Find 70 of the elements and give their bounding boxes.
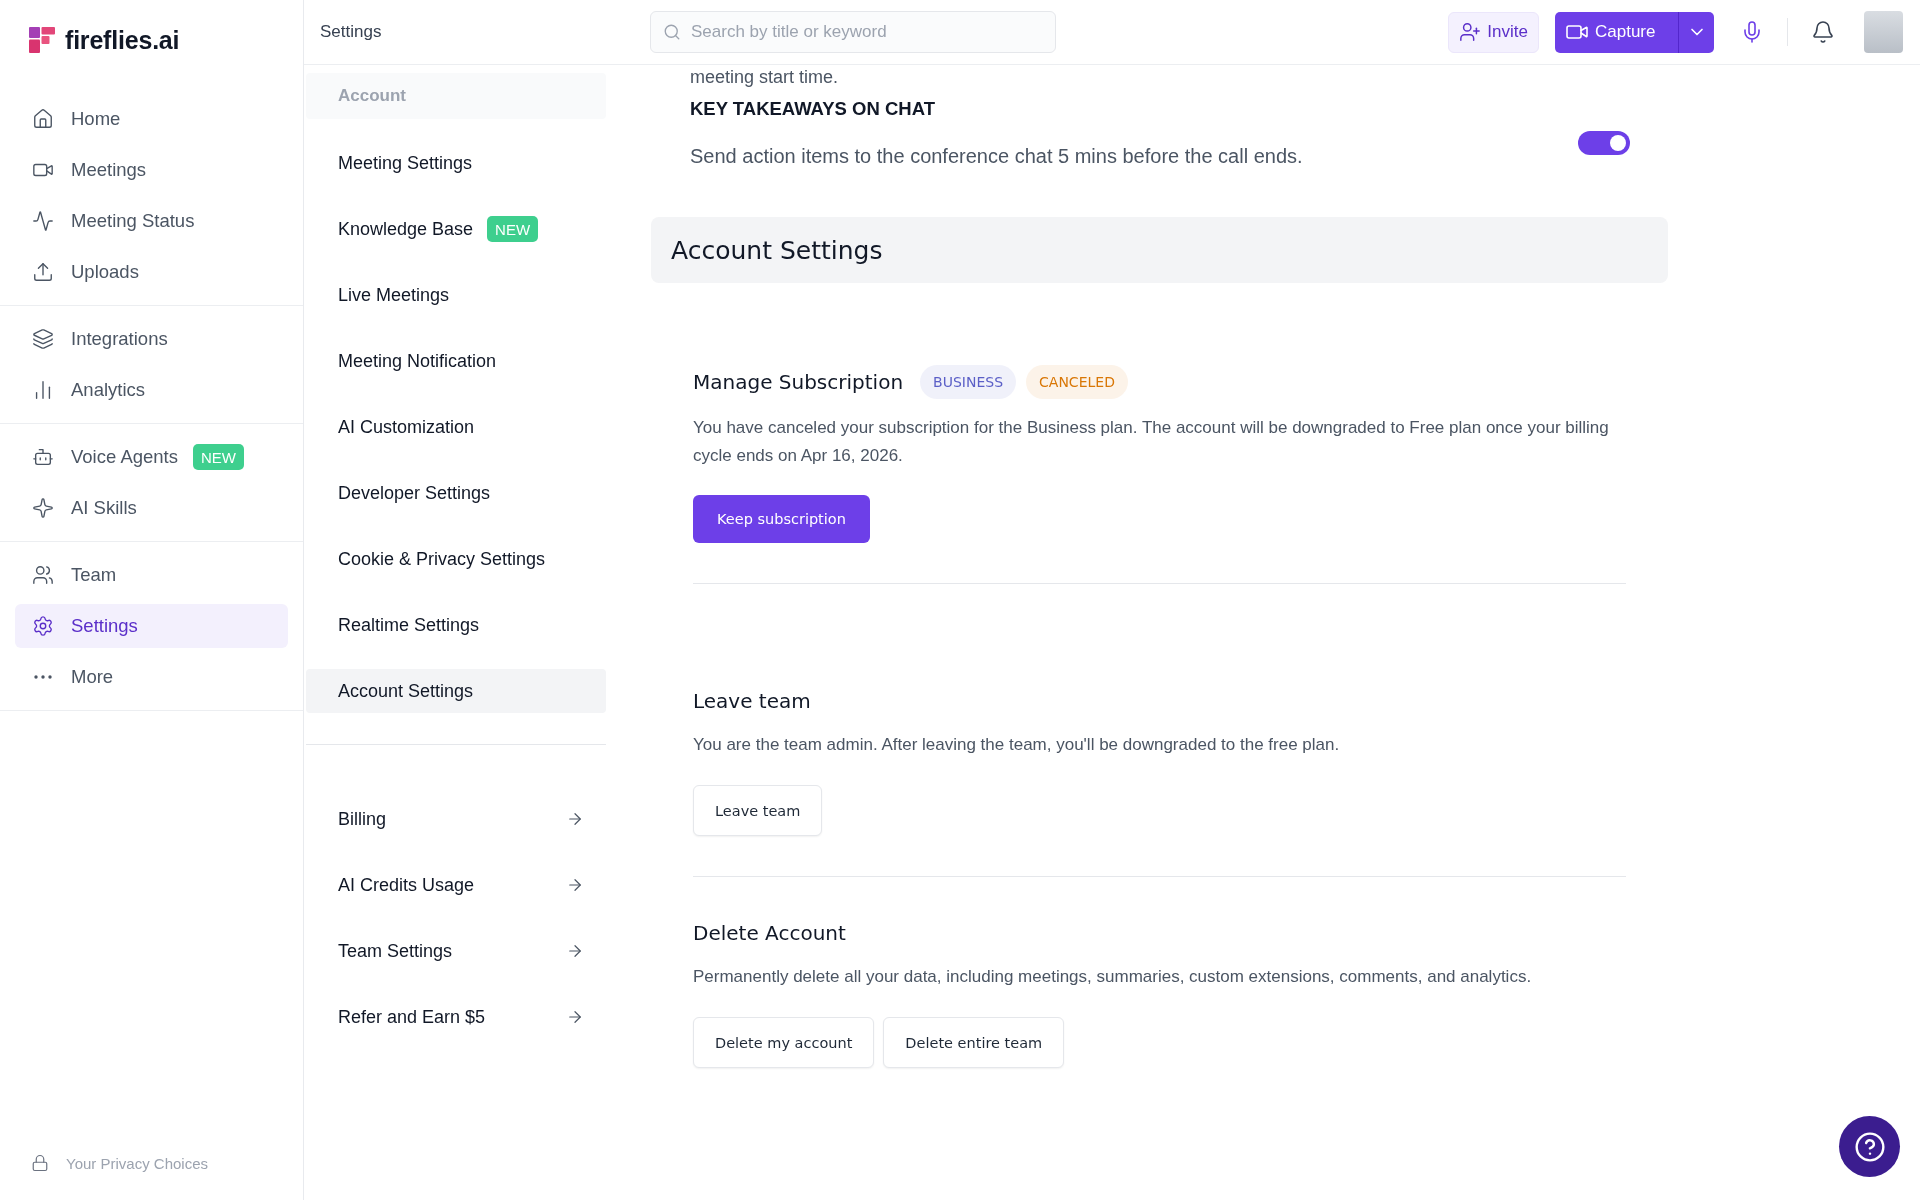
sidebar-item[interactable]: Uploads bbox=[15, 250, 288, 294]
settings-nav-item[interactable]: Live Meetings bbox=[306, 273, 606, 317]
settings-nav-link[interactable]: Refer and Earn $5 bbox=[306, 995, 606, 1039]
new-badge: NEW bbox=[487, 216, 539, 242]
setting-description: Send action items to the conference chat 5 mins before the call ends. bbox=[690, 144, 1303, 169]
settings-nav-item[interactable]: Realtime Settings bbox=[306, 603, 606, 647]
section-title: Manage Subscription bbox=[693, 369, 904, 395]
leave-team-button[interactable]: Leave team bbox=[693, 785, 823, 836]
nav-section-heading: Account bbox=[306, 73, 606, 119]
search-field[interactable]: Search by title or keyword bbox=[650, 11, 1056, 53]
section-text: You have canceled your subscription for the Business plan. The account will be downgraded to Free plan once your billing cycle ends on Apr 16, 2026. bbox=[693, 417, 1610, 467]
settings-nav-item[interactable]: Developer Settings bbox=[306, 471, 606, 515]
setting-title: KEY TAKEAWAYS ON CHAT bbox=[690, 97, 935, 121]
sidebar-item[interactable]: Team bbox=[15, 553, 288, 597]
sidebar-item[interactable]: Home bbox=[15, 97, 288, 141]
bell-icon bbox=[1811, 20, 1835, 44]
arrow-right-icon bbox=[566, 876, 584, 894]
sidebar-item[interactable]: Meetings bbox=[15, 148, 288, 192]
keep-subscription-button[interactable]: Keep subscription bbox=[693, 495, 870, 543]
settings-nav-link[interactable]: Billing bbox=[306, 797, 606, 841]
home-icon bbox=[32, 108, 54, 130]
sidebar-item[interactable]: More bbox=[15, 655, 288, 699]
settings-icon bbox=[32, 615, 54, 637]
section-title: Delete Account bbox=[693, 920, 846, 946]
sidebar-item[interactable]: Meeting Status bbox=[15, 199, 288, 243]
delete-button[interactable]: Delete entire team bbox=[883, 1017, 1065, 1068]
capture-menu-button[interactable] bbox=[1678, 11, 1714, 53]
sidebar-item[interactable]: Voice Agents NEW bbox=[15, 435, 288, 479]
arrow-right-icon bbox=[566, 942, 584, 960]
logo-text: fireflies.ai bbox=[65, 25, 180, 55]
upload-icon bbox=[32, 261, 54, 283]
settings-nav-item[interactable]: Account Settings bbox=[306, 669, 606, 713]
sidebar-item[interactable]: Integrations bbox=[15, 317, 288, 361]
settings-nav-link[interactable]: Team Settings bbox=[306, 929, 606, 973]
plan-badge: BUSINESS bbox=[920, 365, 1017, 399]
sidebar-item[interactable]: Settings bbox=[15, 604, 288, 648]
section-text: Permanently delete all your data, including meetings, summaries, custom extensions, comments, and analytics. bbox=[693, 966, 1532, 988]
robot-icon bbox=[32, 446, 54, 468]
sparkle-icon bbox=[32, 497, 54, 519]
toggle-switch[interactable] bbox=[1578, 131, 1630, 155]
help-button[interactable] bbox=[1839, 1116, 1900, 1177]
sidebar-item[interactable]: AI Skills bbox=[15, 486, 288, 530]
section-header: Account Settings bbox=[651, 217, 1668, 283]
users-icon bbox=[32, 564, 54, 586]
settings-nav-item[interactable]: Meeting Notification bbox=[306, 339, 606, 383]
setting-description: meeting start time. bbox=[690, 67, 839, 87]
help-icon bbox=[1853, 1130, 1886, 1163]
settings-nav-item[interactable]: Cookie & Privacy Settings bbox=[306, 537, 606, 581]
more-icon bbox=[34, 675, 52, 679]
new-badge: NEW bbox=[193, 444, 244, 470]
section-title: Leave team bbox=[693, 688, 811, 714]
logo-icon bbox=[29, 27, 55, 53]
capture-button[interactable]: Capture bbox=[1555, 11, 1678, 53]
layers-icon bbox=[32, 328, 54, 350]
page-title: Settings bbox=[320, 22, 382, 41]
delete-button[interactable]: Delete my account bbox=[693, 1017, 875, 1068]
search-icon bbox=[663, 23, 681, 41]
section-text: You are the team admin. After leaving the team, you'll be downgraded to the free plan. bbox=[693, 734, 1340, 756]
settings-nav-link[interactable]: AI Credits Usage bbox=[306, 863, 606, 907]
invite-button[interactable]: Invite bbox=[1448, 11, 1539, 53]
arrow-right-icon bbox=[566, 810, 584, 828]
settings-nav-item[interactable]: Meeting Settings bbox=[306, 141, 606, 185]
sidebar-item[interactable]: Analytics bbox=[15, 368, 288, 412]
lock-icon bbox=[31, 1154, 49, 1172]
pulse-icon bbox=[32, 210, 54, 232]
plan-badge: CANCELED bbox=[1026, 365, 1128, 399]
settings-nav-item[interactable]: Knowledge Base NEW bbox=[306, 207, 606, 251]
settings-nav-item[interactable]: AI Customization bbox=[306, 405, 606, 449]
arrow-right-icon bbox=[566, 1008, 584, 1026]
user-plus-icon bbox=[1459, 21, 1482, 43]
